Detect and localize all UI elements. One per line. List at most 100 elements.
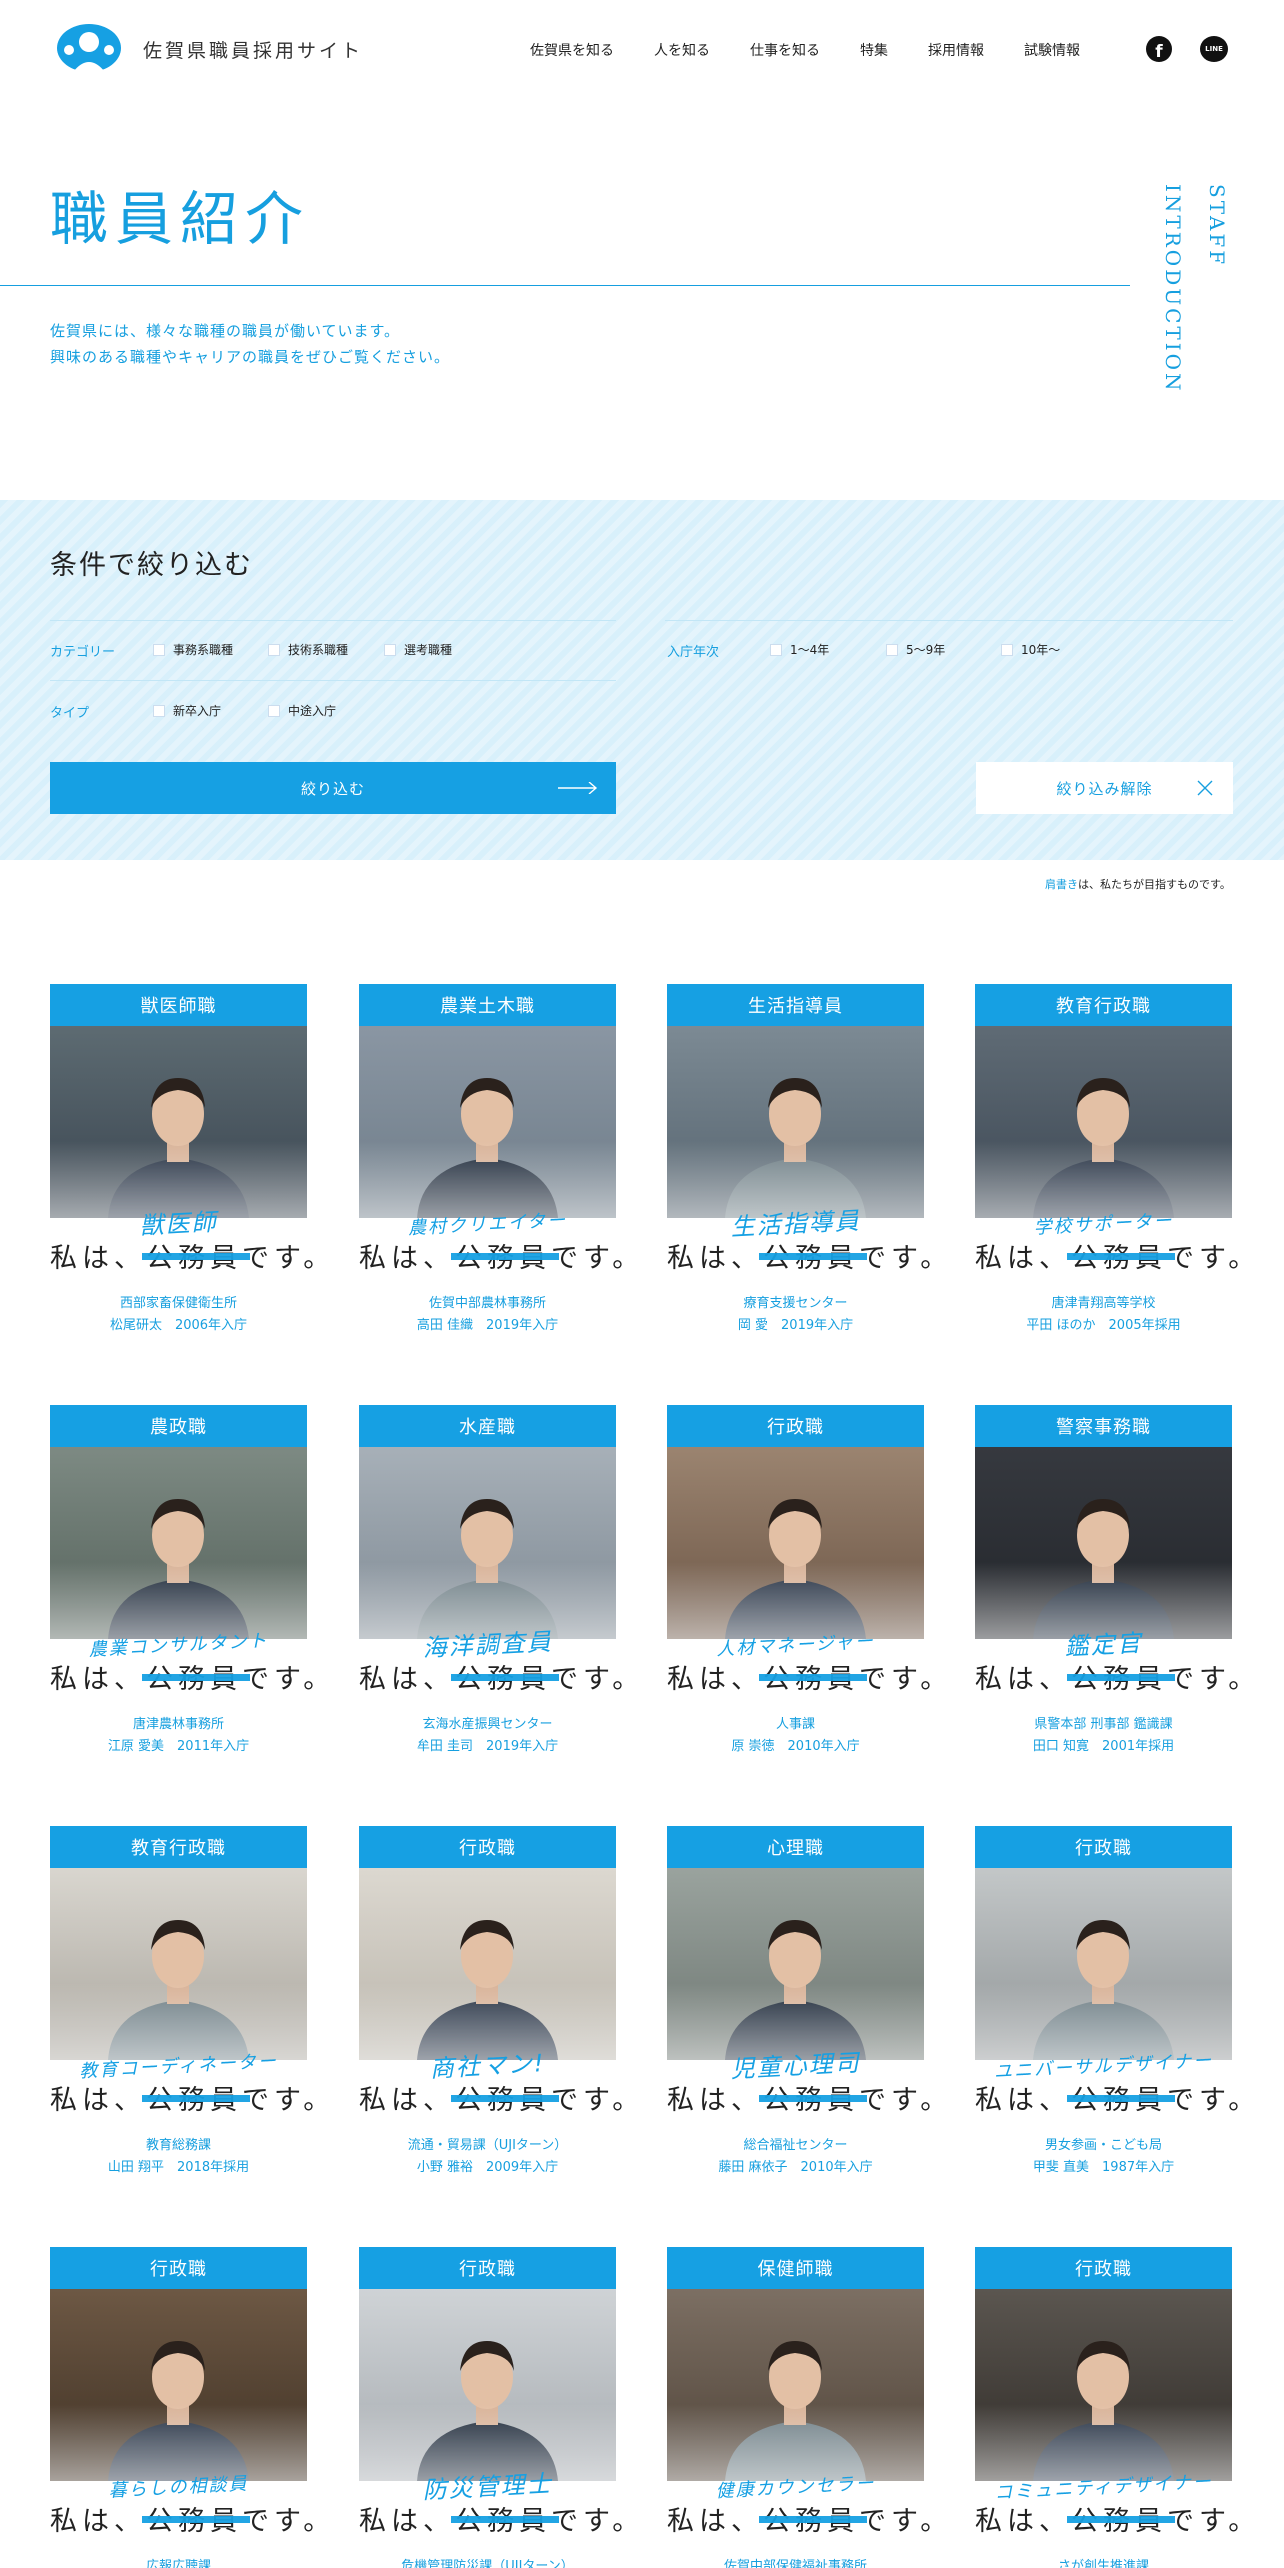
staff-card[interactable]: 行政職 商社マン! 私は、公務員です。 流通・貿易課（UJIターン） 小野 雅裕 200…: [359, 1826, 639, 2186]
staff-card[interactable]: 警察事務職 鑑定官 私は、公務員です。 県警本部 刑事部 鑑識課 田口 知寛 2001年…: [975, 1405, 1255, 1765]
site-header: 佐賀県職員採用サイト 佐賀県を知る 人を知る 仕事を知る 特集 採用情報 試験情…: [0, 0, 1284, 100]
tagline-post: です。: [242, 1243, 336, 1274]
checkbox[interactable]: [153, 643, 165, 656]
staff-photo: [359, 1447, 616, 1639]
staff-photo: [667, 1026, 924, 1218]
job-category: 農政職: [50, 1405, 307, 1447]
filter-submit-button[interactable]: 絞り込む: [50, 762, 616, 814]
staff-name-year: 山田 翔平 2018年採用: [107, 2160, 250, 2175]
job-category: 行政職: [975, 1826, 1232, 1868]
tagline-pre: 私は、: [359, 1243, 455, 1274]
tagline-post: です。: [859, 2085, 953, 2116]
site-title[interactable]: 佐賀県職員採用サイト: [143, 36, 363, 63]
staff-card[interactable]: 水産職 海洋調査員 私は、公務員です。 玄海水産振興センター 牟田 圭司 2019年入庁: [359, 1405, 639, 1765]
nav-item-feature[interactable]: 特集: [860, 40, 888, 60]
option-label: 新卒入庁: [173, 704, 222, 718]
nav-item-people[interactable]: 人を知る: [654, 40, 710, 60]
category-option-clerical[interactable]: 事務系職種: [153, 641, 233, 658]
staff-photo: [50, 1026, 307, 1218]
staff-card[interactable]: 行政職 暮らしの相談員 私は、公務員です。 広報広聴課: [50, 2247, 330, 2568]
staff-card[interactable]: 農業土木職 農村クリエイター 私は、公務員です。 佐賀中部農林事務所 高田 佳織 201…: [359, 984, 639, 1344]
type-label: タイプ: [50, 706, 90, 721]
staff-card[interactable]: 行政職 人材マネージャー 私は、公務員です。 人事課原 崇徳 2010年入庁: [667, 1405, 947, 1765]
tagline: 私は、公務員です。: [667, 1657, 947, 1696]
staff-name-year: 藤田 麻依子 2010年入庁: [718, 2160, 873, 2175]
filter-reset-button[interactable]: 絞り込み解除: [976, 762, 1233, 814]
staff-department: 流通・貿易課（UJIターン）: [407, 2138, 568, 2153]
category-option-technical[interactable]: 技術系職種: [268, 641, 348, 658]
nav-item-work[interactable]: 仕事を知る: [750, 40, 820, 60]
staff-card[interactable]: 農政職 農業コンサルタント 私は、公務員です。 唐津農林事務所 江原 愛美 2011年入…: [50, 1405, 330, 1765]
staff-name-year: 甲斐 直美 1987年入庁: [1032, 2160, 1175, 2175]
staff-department: 広報広聴課: [145, 2559, 211, 2568]
tagline-post: です。: [242, 1664, 336, 1695]
tagline-struck-word: 公務員: [142, 1657, 250, 1696]
years-option-5-9[interactable]: 5〜9年: [886, 641, 945, 658]
site-logo-icon[interactable]: [55, 22, 123, 78]
tagline-pre: 私は、: [50, 1243, 146, 1274]
nav-item-saga[interactable]: 佐賀県を知る: [530, 40, 614, 60]
staff-photo: [667, 1447, 924, 1639]
staff-name-year: 平田 ほのか 2005年採用: [1026, 1318, 1181, 1333]
tagline-post: です。: [1167, 2085, 1261, 2116]
type-option-new-grad[interactable]: 新卒入庁: [153, 702, 221, 719]
option-label: 技術系職種: [288, 643, 349, 657]
staff-card[interactable]: 獣医師職 獣医師 私は、公務員です。 西部家畜保健衛生所 松尾研太 2006年入庁: [50, 984, 330, 1344]
staff-photo: [975, 2289, 1232, 2481]
nav-item-exam[interactable]: 試験情報: [1024, 40, 1080, 60]
staff-department: 佐賀中部保健福祉事務所: [723, 2559, 867, 2568]
staff-department: 人事課: [775, 1717, 815, 1732]
tagline: 私は、公務員です。: [667, 1236, 947, 1275]
facebook-icon[interactable]: f: [1146, 36, 1172, 62]
job-category: 保健師職: [667, 2247, 924, 2289]
tagline-pre: 私は、: [667, 2506, 763, 2537]
staff-department: 西部家畜保健衛生所: [119, 1296, 237, 1311]
tagline-pre: 私は、: [667, 2085, 763, 2116]
tagline-struck-word: 公務員: [451, 2078, 559, 2117]
option-label: 中途入庁: [288, 704, 337, 718]
filter-divider: [50, 620, 616, 621]
tagline-struck-word: 公務員: [759, 2499, 867, 2538]
checkbox[interactable]: [886, 643, 898, 656]
nav-item-recruit[interactable]: 採用情報: [928, 40, 984, 60]
tagline-struck-word: 公務員: [759, 2078, 867, 2117]
staff-photo: [50, 1868, 307, 2060]
job-category: 獣医師職: [50, 984, 307, 1026]
category-option-selection[interactable]: 選考職種: [384, 641, 452, 658]
tagline: 私は、公務員です。: [359, 2078, 639, 2117]
job-category: 行政職: [359, 1826, 616, 1868]
staff-card[interactable]: 心理職 児童心理司 私は、公務員です。 総合福祉センター 藤田 麻依子 2010年入庁: [667, 1826, 947, 2186]
title-note: 肩書きは、私たちが目指すものです。: [1045, 876, 1231, 892]
type-option-mid-career[interactable]: 中途入庁: [268, 702, 336, 719]
filter-title: 条件で絞り込む: [50, 550, 253, 581]
line-icon[interactable]: LINE: [1200, 36, 1228, 62]
tagline-post: です。: [859, 1243, 953, 1274]
staff-card[interactable]: 行政職 コミュニティデザイナー 私は、公務員です。 さが創生推進課: [975, 2247, 1255, 2568]
staff-card[interactable]: 教育行政職 教育コーディネーター 私は、公務員です。 教育総務課 山田 翔平 2018年…: [50, 1826, 330, 2186]
staff-card[interactable]: 生活指導員 生活指導員 私は、公務員です。 療育支援センター岡 愛 2019年入庁: [667, 984, 947, 1344]
option-label: 選考職種: [404, 643, 453, 657]
years-option-1-4[interactable]: 1〜4年: [770, 641, 829, 658]
staff-name-year: 江原 愛美 2011年入庁: [107, 1739, 250, 1754]
tagline: 私は、公務員です。: [667, 2078, 947, 2117]
staff-card[interactable]: 行政職 防災管理士 私は、公務員です。 危機管理防災課（UJIターン）: [359, 2247, 639, 2568]
staff-card[interactable]: 教育行政職 学校サポーター 私は、公務員です。 唐津青翔高等学校 平田 ほのか 2005…: [975, 984, 1255, 1344]
job-category: 農業土木職: [359, 984, 616, 1026]
checkbox[interactable]: [770, 643, 782, 656]
job-category: 行政職: [50, 2247, 307, 2289]
staff-card[interactable]: 行政職 ユニバーサルデザイナー 私は、公務員です。 男女参画・こども局 甲斐 直美 19…: [975, 1826, 1255, 2186]
checkbox[interactable]: [268, 643, 280, 656]
tagline-post: です。: [242, 2085, 336, 2116]
staff-name-year: 小野 雅裕 2009年入庁: [416, 2160, 559, 2175]
tagline-struck-word: 公務員: [759, 1657, 867, 1696]
staff-card[interactable]: 保健師職 健康カウンセラー 私は、公務員です。 佐賀中部保健福祉事務所: [667, 2247, 947, 2568]
tagline-struck-word: 公務員: [142, 1236, 250, 1275]
checkbox[interactable]: [384, 643, 396, 656]
staff-photo: [667, 2289, 924, 2481]
checkbox[interactable]: [153, 704, 165, 717]
checkbox[interactable]: [1001, 643, 1013, 656]
years-label: 入庁年次: [667, 645, 720, 660]
tagline-pre: 私は、: [667, 1664, 763, 1695]
checkbox[interactable]: [268, 704, 280, 717]
years-option-10plus[interactable]: 10年〜: [1001, 641, 1060, 658]
